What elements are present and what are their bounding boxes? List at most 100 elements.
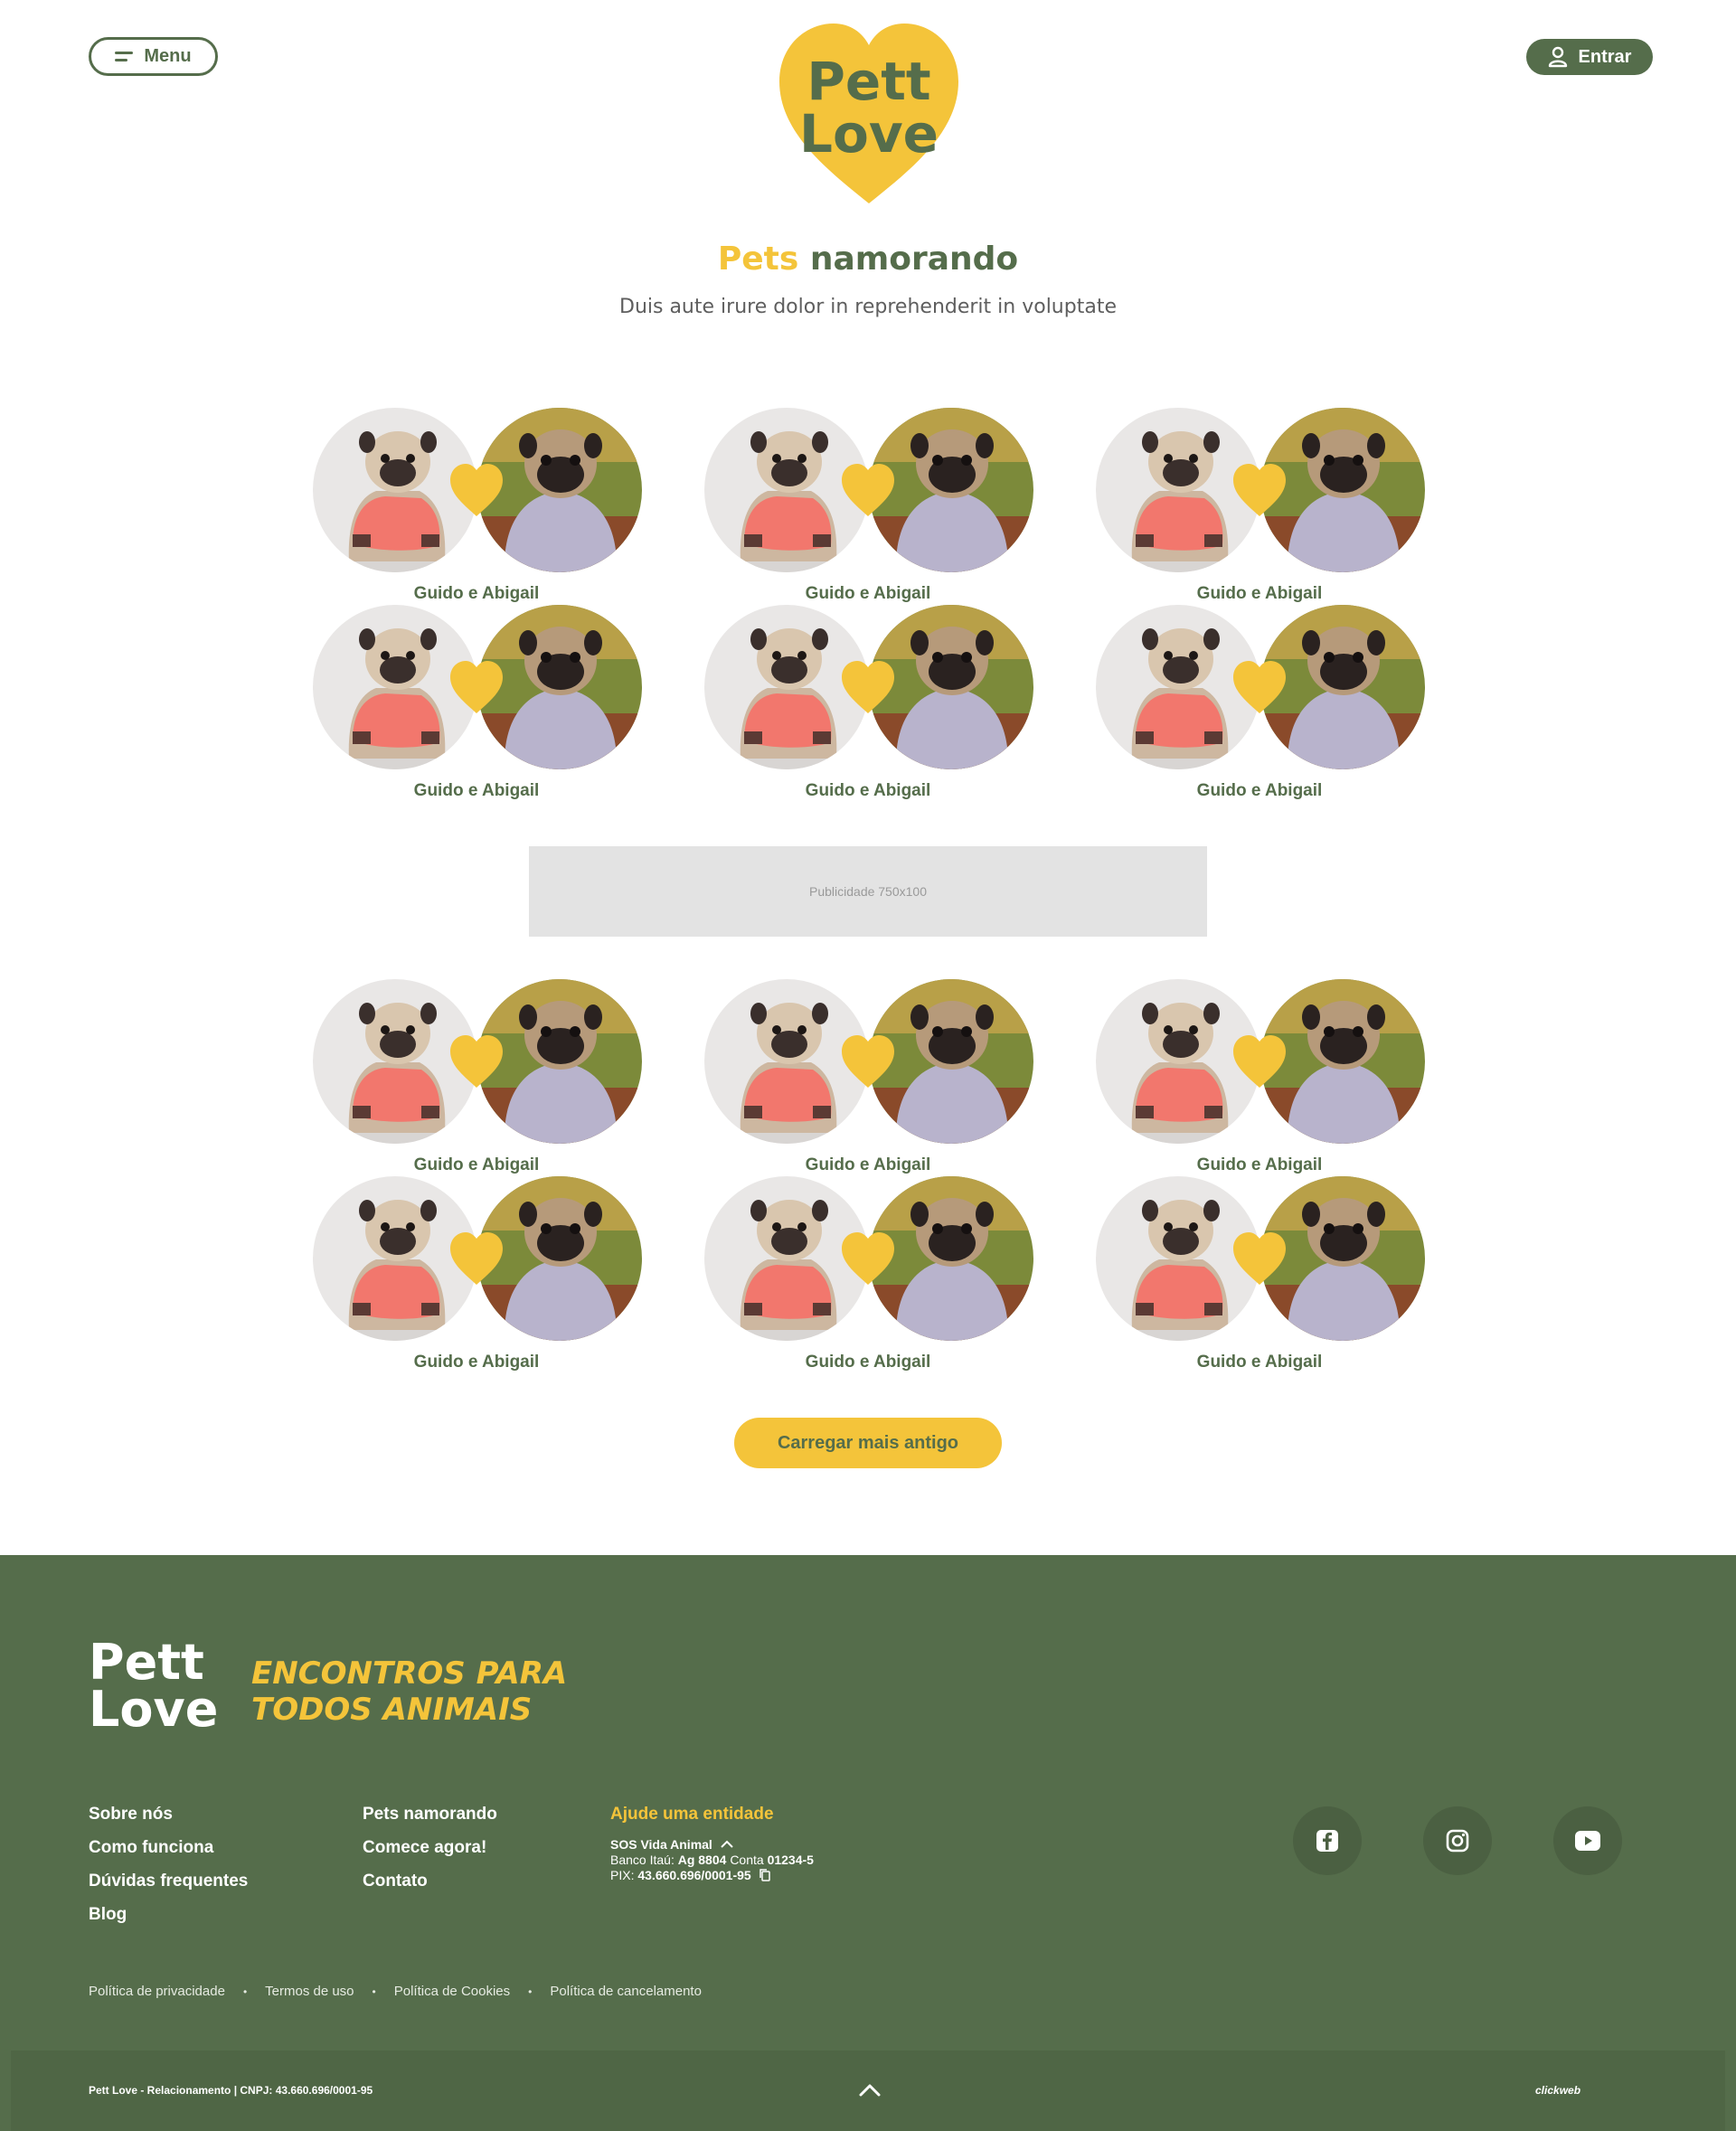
chevron-up-icon[interactable] — [720, 1840, 734, 1849]
help-agency: Ag 8804 — [677, 1853, 727, 1867]
couple-name: Guido e Abigail — [1196, 1155, 1323, 1174]
footer-link-sobre-nos[interactable]: Sobre nós — [89, 1805, 248, 1824]
footer-logo[interactable]: Pett Love — [89, 1634, 219, 1738]
login-button[interactable]: Entrar — [1526, 39, 1653, 75]
facebook-icon — [1316, 1830, 1338, 1852]
instagram-button[interactable] — [1423, 1806, 1492, 1875]
heart-icon — [842, 661, 894, 713]
pett-love-logo[interactable]: Pett Love — [776, 18, 962, 208]
couple-name: Guido e Abigail — [413, 584, 540, 603]
footer-tagline-line1: ENCONTROS PARA — [251, 1655, 568, 1692]
help-pix-label: PIX: — [610, 1868, 635, 1882]
couple-name: Guido e Abigail — [1196, 584, 1323, 603]
footer-link-pets-namorando[interactable]: Pets namorando — [363, 1805, 497, 1824]
couple-card[interactable]: Guido e Abigail — [704, 605, 1033, 802]
legal-separator: • — [242, 1985, 248, 1998]
footer: Pett Love ENCONTROS PARA TODOS ANIMAIS S… — [0, 1555, 1736, 2131]
couple-name: Guido e Abigail — [413, 1353, 540, 1372]
footer-link-blog[interactable]: Blog — [89, 1905, 248, 1924]
menu-button-label: Menu — [144, 46, 192, 66]
footer-tagline-line2: TODOS ANIMAIS — [251, 1692, 533, 1728]
heart-icon — [842, 1035, 894, 1088]
back-to-top-icon[interactable] — [855, 2076, 884, 2105]
heart-icon — [450, 1035, 503, 1088]
ad-banner: Publicidade 750x100 — [529, 846, 1207, 937]
couple-card[interactable]: Guido e Abigail — [704, 408, 1033, 605]
help-bank-row: Banco Itaú: Ag 8804 Conta 01234-5 — [610, 1853, 814, 1868]
couple-name: Guido e Abigail — [805, 781, 931, 800]
help-bank-label: Banco Itaú: — [610, 1853, 675, 1867]
menu-button[interactable]: Menu — [89, 37, 218, 76]
copyright-text: Pett Love - Relacionamento | CNPJ: 43.66… — [89, 2084, 373, 2097]
legal-link-cancelamento[interactable]: Política de cancelamento — [550, 1984, 702, 1999]
couple-card[interactable]: Guido e Abigail — [313, 1176, 642, 1373]
load-more-button[interactable]: Carregar mais antigo — [734, 1418, 1002, 1468]
legal-link-privacidade[interactable]: Política de privacidade — [89, 1984, 225, 1999]
user-icon — [1548, 46, 1567, 68]
help-account: 01234-5 — [767, 1853, 814, 1867]
couple-card[interactable]: Guido e Abigail — [704, 979, 1033, 1176]
couple-name: Guido e Abigail — [1196, 781, 1323, 800]
couple-card[interactable]: Guido e Abigail — [313, 605, 642, 802]
footer-tagline: ENCONTROS PARA TODOS ANIMAIS — [251, 1655, 567, 1728]
help-account-label: Conta — [730, 1853, 764, 1867]
couple-card[interactable]: Guido e Abigail — [1096, 1176, 1425, 1373]
couple-name: Guido e Abigail — [805, 1353, 931, 1372]
youtube-icon — [1575, 1831, 1600, 1851]
couple-name: Guido e Abigail — [413, 1155, 540, 1174]
couple-name: Guido e Abigail — [805, 1155, 931, 1174]
heart-icon — [842, 1232, 894, 1285]
heart-icon — [1233, 1232, 1286, 1285]
facebook-button[interactable] — [1293, 1806, 1362, 1875]
couple-card[interactable]: Guido e Abigail — [704, 1176, 1033, 1373]
couples-grid-top: Guido e Abigail Guido e Abigail Guido e … — [313, 408, 1425, 802]
page-title-rest: namorando — [809, 240, 1019, 278]
heart-icon — [1233, 661, 1286, 713]
help-entity-name: SOS Vida Animal — [610, 1837, 712, 1852]
page-title: Pets namorando — [0, 240, 1736, 278]
footer-links-col1: Sobre nós Como funciona Dúvidas frequent… — [89, 1805, 248, 1924]
footer-logo-line1: Pett — [89, 1634, 204, 1691]
couple-name: Guido e Abigail — [1196, 1353, 1323, 1372]
footer-link-duvidas[interactable]: Dúvidas frequentes — [89, 1872, 248, 1891]
couples-grid-bottom: Guido e Abigail Guido e Abigail Guido e … — [313, 979, 1425, 1373]
footer-link-como-funciona[interactable]: Como funciona — [89, 1838, 248, 1857]
couple-card[interactable]: Guido e Abigail — [313, 408, 642, 605]
help-entity-name-row: SOS Vida Animal — [610, 1837, 814, 1853]
help-pix: 43.660.696/0001-95 — [637, 1868, 751, 1882]
developer-credit[interactable]: clickweb — [1535, 2084, 1580, 2097]
help-entity-block: Ajude uma entidade SOS Vida Animal Banco… — [610, 1805, 814, 1883]
ad-banner-label: Publicidade 750x100 — [809, 884, 927, 899]
copy-icon[interactable] — [759, 1868, 771, 1882]
youtube-button[interactable] — [1553, 1806, 1622, 1875]
couple-card[interactable]: Guido e Abigail — [313, 979, 642, 1176]
heart-icon — [450, 1232, 503, 1285]
couple-name: Guido e Abigail — [805, 584, 931, 603]
footer-links-col2: Pets namorando Comece agora! Contato — [363, 1805, 497, 1891]
couple-card[interactable]: Guido e Abigail — [1096, 605, 1425, 802]
footer-bottom-bar: Pett Love - Relacionamento | CNPJ: 43.66… — [11, 2051, 1725, 2131]
logo-text-line2: Love — [799, 103, 939, 165]
legal-separator: • — [528, 1985, 533, 1998]
heart-icon — [1233, 464, 1286, 516]
footer-logo-line2: Love — [89, 1681, 219, 1738]
help-entity-title: Ajude uma entidade — [610, 1805, 774, 1824]
heart-icon — [450, 464, 503, 516]
heart-icon — [842, 464, 894, 516]
footer-link-contato[interactable]: Contato — [363, 1872, 497, 1891]
legal-link-termos[interactable]: Termos de uso — [265, 1984, 354, 1999]
hamburger-icon — [115, 52, 134, 61]
page-subtitle: Duis aute irure dolor in reprehenderit i… — [619, 296, 1117, 318]
help-pix-row: PIX: 43.660.696/0001-95 — [610, 1868, 814, 1883]
couple-card[interactable]: Guido e Abigail — [1096, 979, 1425, 1176]
couple-card[interactable]: Guido e Abigail — [1096, 408, 1425, 605]
legal-link-cookies[interactable]: Política de Cookies — [394, 1984, 510, 1999]
heart-icon — [1233, 1035, 1286, 1088]
instagram-icon — [1446, 1829, 1469, 1853]
footer-link-comece-agora[interactable]: Comece agora! — [363, 1838, 497, 1857]
login-button-label: Entrar — [1578, 46, 1632, 67]
legal-links: Política de privacidade • Termos de uso … — [89, 1984, 702, 1999]
load-more-label: Carregar mais antigo — [777, 1432, 959, 1453]
couple-name: Guido e Abigail — [413, 781, 540, 800]
legal-separator: • — [372, 1985, 376, 1998]
